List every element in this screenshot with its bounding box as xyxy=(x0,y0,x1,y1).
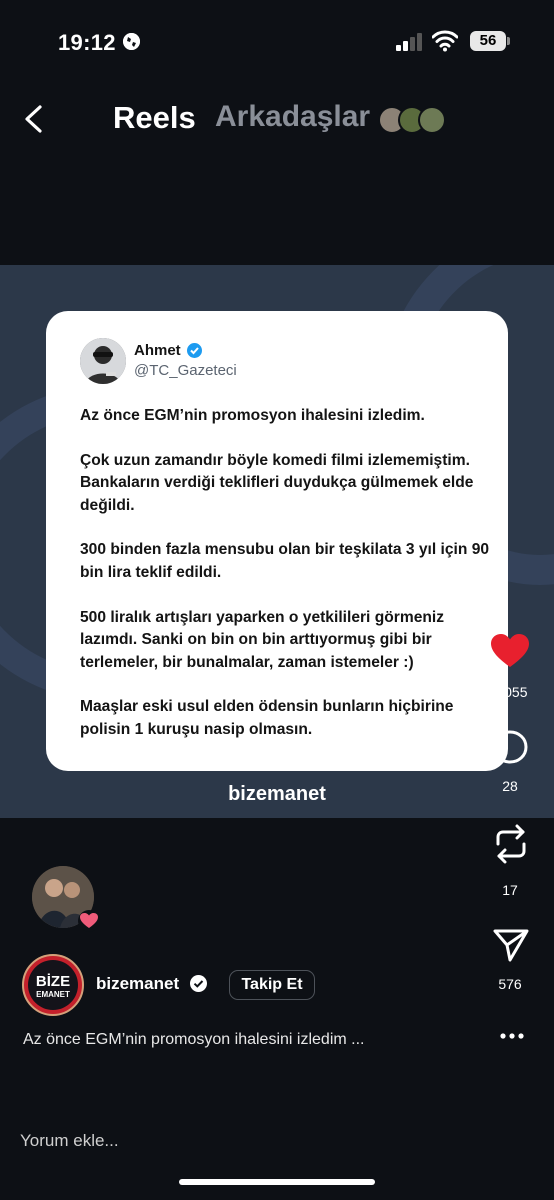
more-options-button[interactable] xyxy=(500,1028,524,1039)
post-caption[interactable]: Az önce EGM’nin promosyon ihalesini izle… xyxy=(23,1031,364,1049)
send-icon xyxy=(493,929,529,962)
repost-icon xyxy=(496,824,526,864)
back-button[interactable] xyxy=(22,104,46,134)
tweet-paragraph: Maaşlar eski usul elden ödensin bunların… xyxy=(80,698,454,738)
friends-avatars[interactable] xyxy=(378,106,448,134)
logo-text-bottom: EMANET xyxy=(36,990,70,999)
verified-badge-icon xyxy=(190,975,207,992)
tab-friends[interactable]: Arkadaşlar xyxy=(215,100,370,134)
status-time: 19:12 xyxy=(58,30,116,55)
heart-icon xyxy=(78,910,100,932)
tweet-paragraph: 500 liralık artışları yaparken o yetkili… xyxy=(80,608,445,671)
tweet-author-name: Ahmet xyxy=(134,342,181,359)
chevron-left-icon xyxy=(25,105,42,133)
brand-watermark: bizemanet xyxy=(228,783,326,805)
like-button[interactable] xyxy=(491,634,529,668)
follow-button[interactable]: Takip Et xyxy=(229,970,315,1000)
signal-icon xyxy=(396,33,426,51)
tweet-paragraph: 300 binden fazla mensubu olan bir teşkil… xyxy=(80,541,490,581)
tweet-avatar xyxy=(80,338,126,384)
share-count: 576 xyxy=(498,976,522,992)
battery-tip xyxy=(507,37,510,45)
author-username[interactable]: bizemanet xyxy=(96,974,179,994)
tweet-card: Ahmet @TC_Gazeteci Az önce EGM’nin promo… xyxy=(46,311,508,771)
battery-level: 56 xyxy=(470,31,506,51)
tweet-paragraph: Çok uzun zamandır böyle komedi filmi izl… xyxy=(80,451,474,514)
comment-count: 28 xyxy=(502,778,518,794)
heart-icon xyxy=(491,634,529,667)
comment-input[interactable]: Yorum ekle... xyxy=(20,1131,119,1151)
logo-text-top: BİZE xyxy=(35,973,71,990)
repost-button[interactable] xyxy=(494,824,528,864)
comment-button[interactable] xyxy=(492,730,528,766)
wifi-icon xyxy=(431,30,459,52)
reel-media[interactable]: Ahmet @TC_Gazeteci Az önce EGM’nin promo… xyxy=(0,265,554,818)
home-indicator[interactable] xyxy=(179,1179,375,1185)
like-count: 1.055 xyxy=(492,684,528,700)
share-button[interactable] xyxy=(493,928,529,962)
tweet-handle: @TC_Gazeteci xyxy=(134,362,237,379)
author-logo[interactable]: BİZE EMANET xyxy=(22,954,84,1016)
more-icon xyxy=(500,1033,524,1039)
verified-badge-icon xyxy=(187,343,202,358)
globe-icon xyxy=(123,33,140,50)
tweet-paragraph: Az önce EGM’nin promosyon ihalesini izle… xyxy=(80,407,425,424)
comment-icon xyxy=(492,730,528,765)
tab-reels[interactable]: Reels xyxy=(113,100,196,136)
tweet-text: Az önce EGM’nin promosyon ihalesini izle… xyxy=(80,405,490,764)
repost-count: 17 xyxy=(502,882,518,898)
